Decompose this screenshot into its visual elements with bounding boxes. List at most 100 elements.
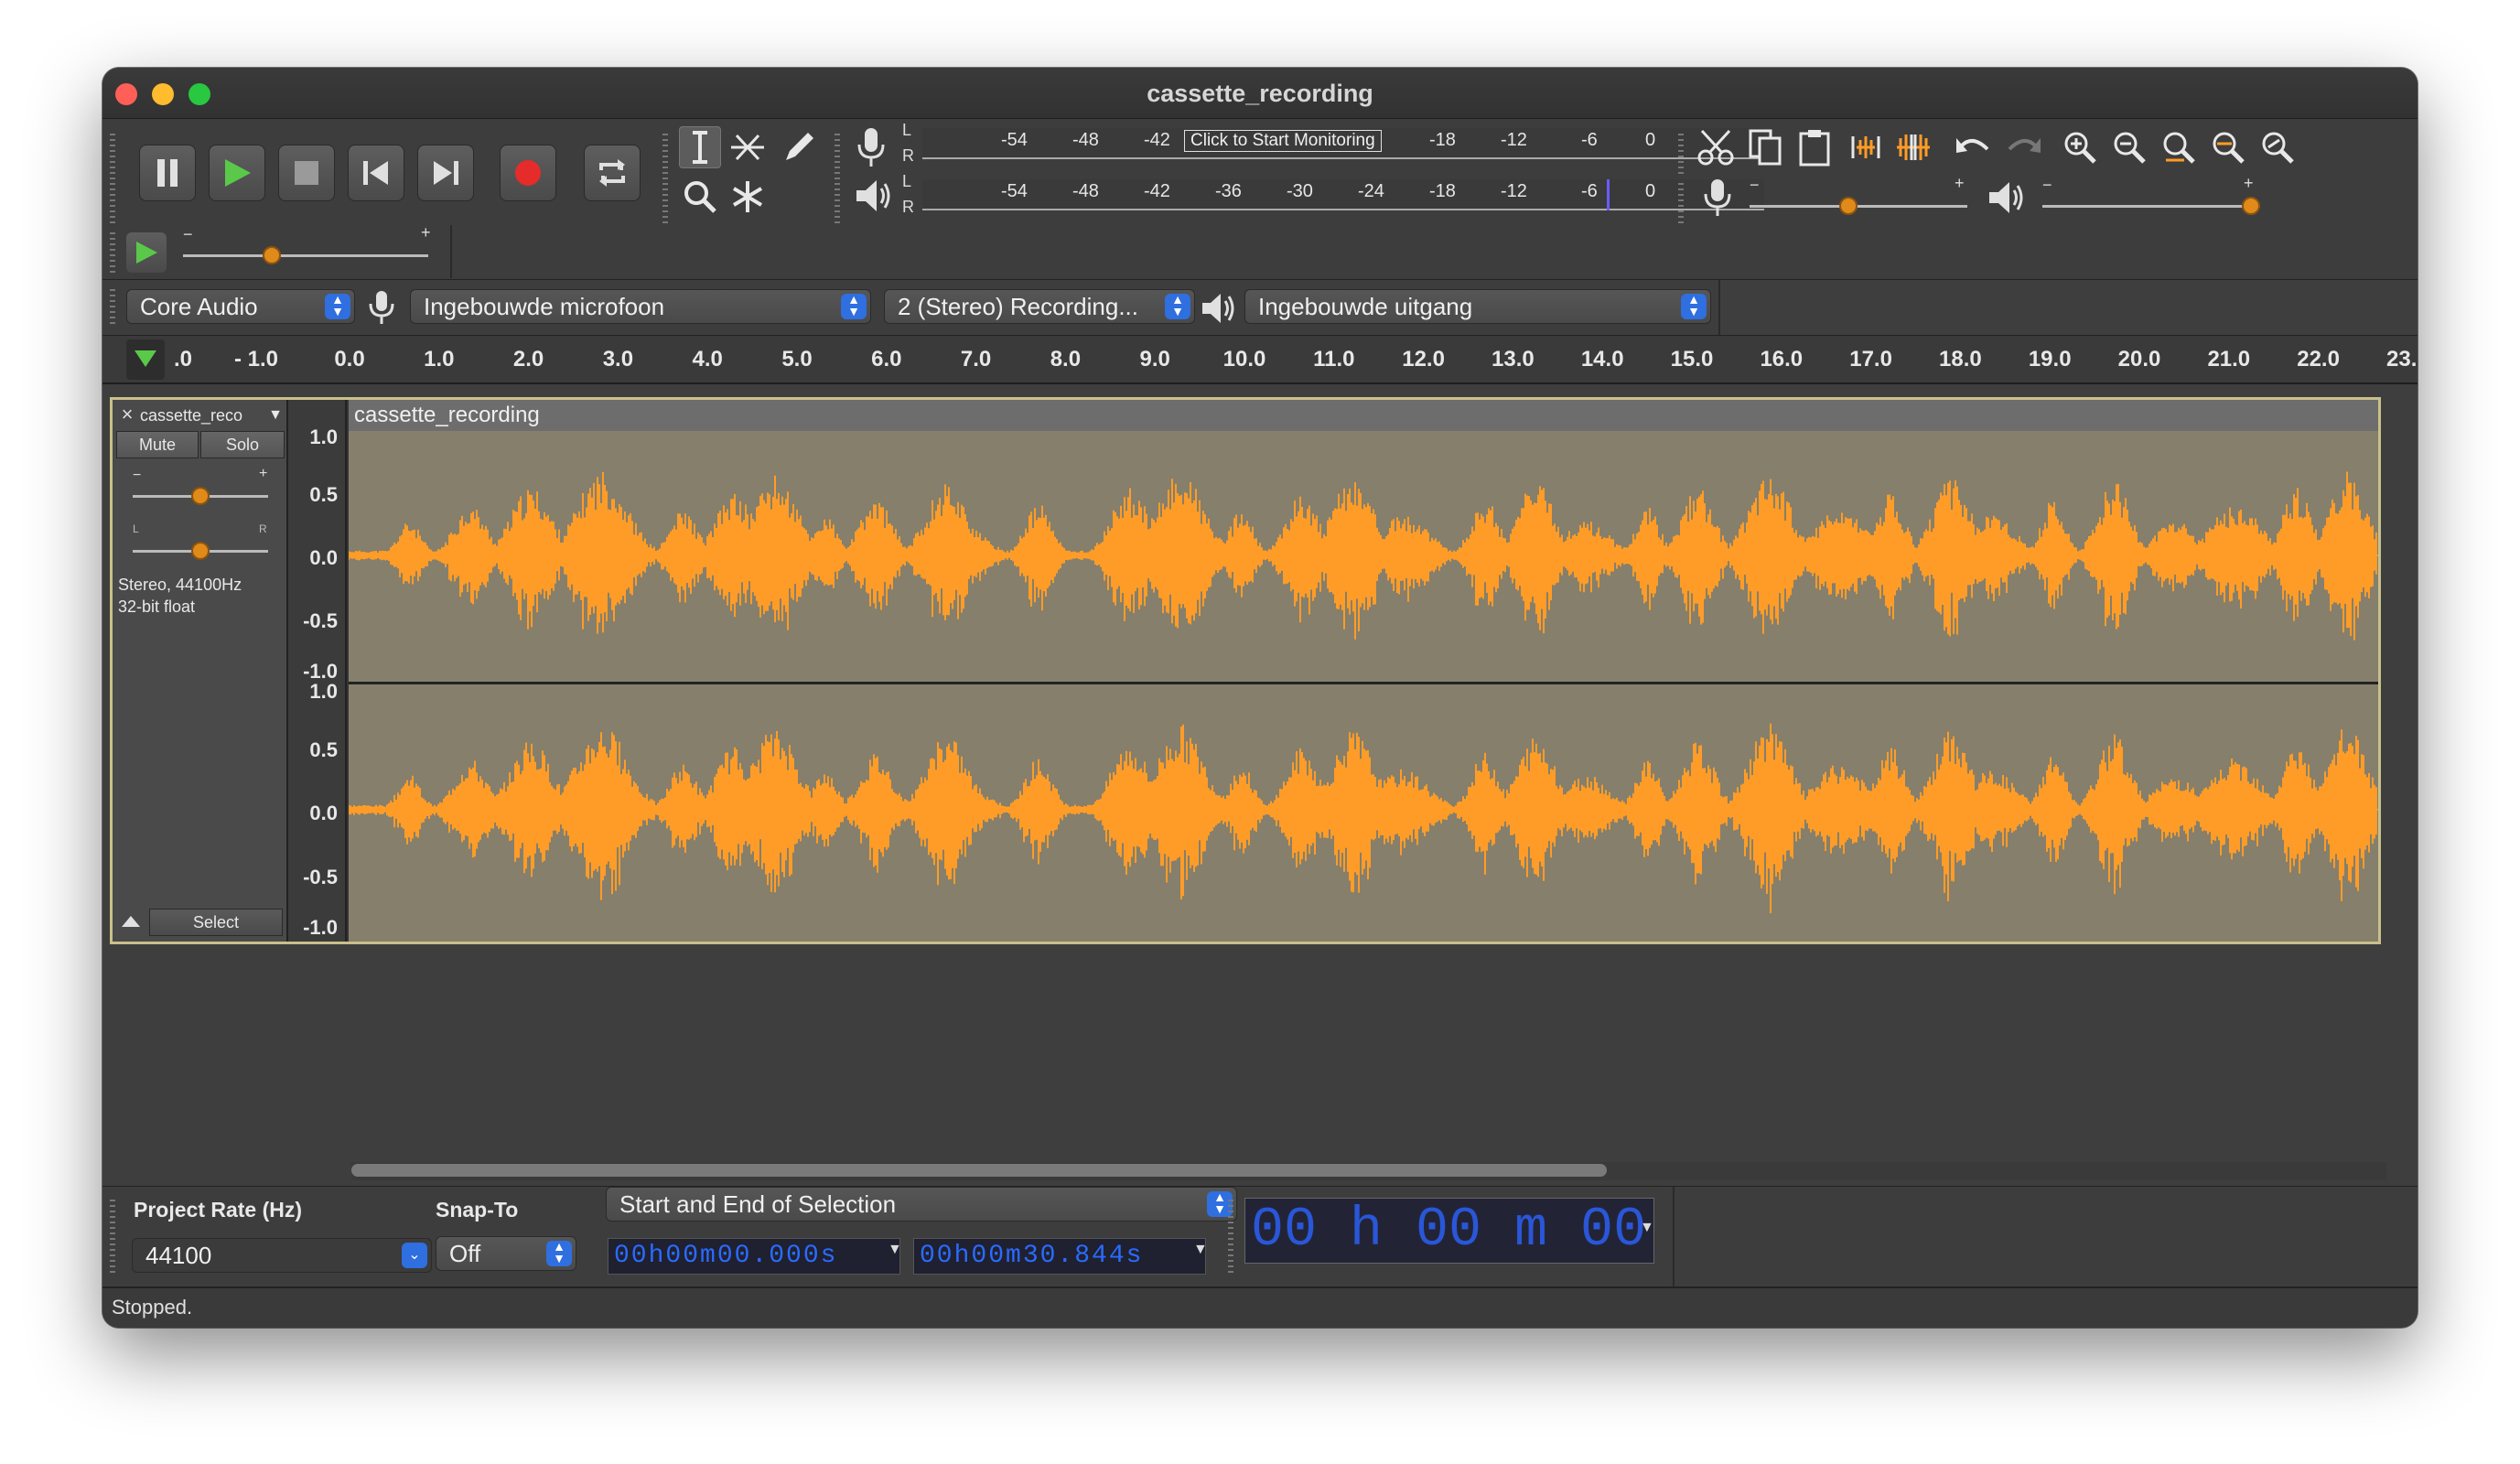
start-monitoring-button[interactable]: Click to Start Monitoring: [1184, 130, 1382, 152]
time-toolbar-grip[interactable]: [1228, 1200, 1233, 1276]
timeline-ruler[interactable]: .0 - 1.0 0.0 1.0 2.0 3.0 4.0 5.0 6.0 7.0 8.0 9.0 10.…: [102, 335, 2418, 384]
collapse-track-button[interactable]: [116, 907, 145, 936]
time-display-format-menu[interactable]: ▼: [1640, 1220, 1654, 1236]
play-meter-tick: -24: [1358, 181, 1384, 201]
undo-button[interactable]: [1953, 126, 1995, 168]
play-meter-speaker-icon[interactable]: [855, 178, 891, 219]
zoom-out-button[interactable]: [2108, 126, 2150, 168]
undo-icon: [1956, 138, 1989, 153]
copy-icon: [1749, 129, 1782, 166]
zoom-toggle-button[interactable]: [2256, 126, 2299, 168]
play-icon: [225, 159, 251, 187]
snap-to-label: Snap-To: [436, 1198, 519, 1222]
play-speed-thumb[interactable]: [262, 246, 281, 264]
play-at-speed-grip[interactable]: [110, 232, 115, 273]
meter-toolbar-grip[interactable]: [835, 134, 840, 225]
pause-button[interactable]: [139, 145, 196, 201]
stop-button[interactable]: [278, 145, 335, 201]
track-name-menu[interactable]: cassette_reco ▼: [140, 404, 285, 427]
play-speed-slider[interactable]: [183, 246, 428, 264]
paste-button[interactable]: [1793, 126, 1836, 168]
cut-button[interactable]: [1695, 126, 1737, 168]
start-time-format-menu[interactable]: ▼: [888, 1242, 902, 1258]
recording-volume-slider[interactable]: [1750, 197, 1967, 215]
ruler-tick-label: 17.0: [1849, 347, 1892, 371]
snap-to-select[interactable]: Off ▲ ▼: [436, 1236, 576, 1271]
gain-slider[interactable]: [133, 487, 268, 505]
playback-volume-slider[interactable]: [2042, 197, 2260, 215]
y-scale-label: 0.0: [309, 802, 338, 824]
select-track-button[interactable]: Select: [149, 909, 283, 936]
zoom-in-button[interactable]: [2059, 126, 2101, 168]
audio-clip[interactable]: cassette_recording: [349, 400, 2378, 942]
input-channels-select[interactable]: 2 (Stereo) Recording... ▲ ▼: [884, 289, 1195, 324]
envelope-tool-button[interactable]: [727, 126, 769, 168]
multi-tool-button[interactable]: [727, 176, 769, 218]
transport-toolbar-grip[interactable]: [110, 134, 115, 225]
horizontal-scrollbar[interactable]: [351, 1162, 2386, 1180]
zoom-tool-button[interactable]: [679, 176, 721, 218]
speaker-icon: [1202, 294, 1234, 323]
time-toolbar-divider: [1673, 1187, 1675, 1287]
vertical-ruler[interactable]: 1.0 0.5 0.0 -0.5 -1.0 1.0 0.5 0.0 -0.5 -1.0: [288, 400, 347, 942]
play-at-speed-button[interactable]: [126, 232, 167, 273]
mute-button[interactable]: Mute: [116, 431, 199, 458]
output-device-select[interactable]: Ingebouwde uitgang ▲ ▼: [1244, 289, 1711, 324]
record-meter-tick: -12: [1501, 130, 1527, 150]
track-close-button[interactable]: ×: [116, 404, 138, 425]
play-meter[interactable]: -54 -48 -42 -36 -30 -24 -18 -12 -6 0: [922, 179, 1764, 210]
record-button[interactable]: [500, 145, 556, 201]
copy-button[interactable]: [1744, 126, 1786, 168]
waveform[interactable]: [349, 431, 2378, 942]
edit-toolbar-grip[interactable]: [1678, 134, 1684, 178]
clip-header[interactable]: cassette_recording: [349, 400, 2378, 431]
time-display[interactable]: 00 h 00 m 00 s: [1244, 1198, 1654, 1264]
selection-toolbar-grip[interactable]: [110, 1200, 115, 1276]
play-button[interactable]: [209, 145, 265, 201]
input-mic-icon: [368, 289, 395, 330]
redo-button[interactable]: [2002, 126, 2044, 168]
input-channels-value: 2 (Stereo) Recording...: [898, 293, 1139, 320]
silence-audio-button[interactable]: [1892, 126, 1934, 168]
skip-end-icon: [434, 161, 458, 185]
timeline-options-button[interactable]: [126, 339, 165, 380]
record-meter-tick: -18: [1429, 130, 1456, 150]
mixer-toolbar-grip[interactable]: [1678, 183, 1684, 225]
record-meter-mic-icon[interactable]: [855, 126, 888, 173]
selection-tool-button[interactable]: [679, 126, 721, 168]
stop-icon: [295, 161, 318, 185]
input-device-select[interactable]: Ingebouwde microfoon ▲ ▼: [410, 289, 871, 324]
chevron-updown-icon: ▲ ▼: [1681, 293, 1707, 319]
playback-volume-thumb[interactable]: [2242, 197, 2260, 215]
fit-selection-button[interactable]: [2158, 126, 2200, 168]
fit-project-button[interactable]: [2207, 126, 2249, 168]
selection-start-time[interactable]: 00h00m00.000s: [608, 1238, 900, 1275]
play-meter-tick: -12: [1501, 181, 1527, 201]
play-icon: [136, 242, 157, 264]
skip-to-end-button[interactable]: [417, 145, 474, 201]
chevron-updown-icon: ▲ ▼: [1165, 293, 1190, 319]
device-toolbar-grip[interactable]: [110, 289, 115, 326]
record-meter-tick: 0: [1645, 130, 1656, 150]
selection-mode-select[interactable]: Start and End of Selection ▲ ▼: [606, 1187, 1237, 1222]
audio-host-select[interactable]: Core Audio ▲ ▼: [126, 289, 355, 324]
play-meter-r-label: R: [902, 198, 914, 216]
trim-audio-button[interactable]: [1845, 126, 1887, 168]
skip-to-start-button[interactable]: [348, 145, 404, 201]
pan-slider[interactable]: [133, 542, 268, 560]
gain-thumb[interactable]: [191, 487, 210, 505]
tools-toolbar-grip[interactable]: [662, 134, 668, 225]
draw-tool-button[interactable]: [778, 126, 820, 168]
scrollbar-thumb[interactable]: [351, 1164, 1607, 1177]
loop-button[interactable]: [584, 145, 641, 201]
ruler-tick-label: 14.0: [1580, 347, 1624, 371]
pan-thumb[interactable]: [191, 542, 210, 560]
recording-volume-thumb[interactable]: [1839, 197, 1858, 215]
track-area: × cassette_reco ▼ Mute Solo − + L R Ster…: [102, 386, 2418, 1180]
project-rate-combo[interactable]: 44100 ⌄: [132, 1238, 432, 1273]
solo-button[interactable]: Solo: [200, 431, 285, 458]
record-meter[interactable]: -54 -48 -42 Click to Start Monitoring -1…: [922, 128, 1764, 159]
record-meter-tick: -6: [1581, 130, 1598, 150]
end-time-format-menu[interactable]: ▼: [1193, 1242, 1208, 1258]
selection-end-time[interactable]: 00h00m30.844s: [913, 1238, 1206, 1275]
